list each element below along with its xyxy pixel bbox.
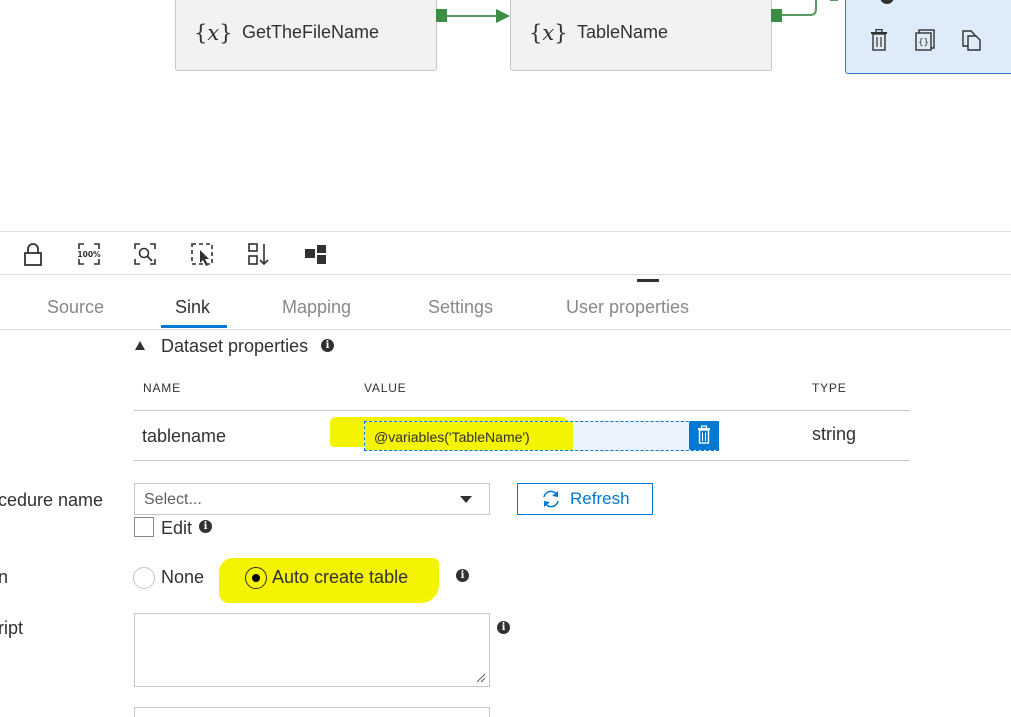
clone-icon[interactable] — [961, 29, 981, 51]
info-icon[interactable]: i — [456, 569, 469, 582]
select-placeholder: Select... — [144, 491, 202, 508]
tab-source[interactable]: Source — [47, 297, 104, 318]
column-header-name: NAME — [143, 381, 181, 395]
tab-sink[interactable]: Sink — [175, 297, 210, 318]
stored-procedure-select[interactable]: Select... — [134, 483, 490, 515]
zoom-to-fit-icon[interactable] — [132, 241, 158, 267]
table-header-divider — [134, 410, 910, 411]
activity-copy-data[interactable]: {} — [845, 0, 1011, 74]
info-icon[interactable]: i — [199, 520, 212, 533]
chevron-down-icon — [460, 496, 472, 503]
resize-grip-icon[interactable] — [476, 673, 486, 683]
tab-user-properties[interactable]: User properties — [566, 297, 689, 318]
auto-align-icon[interactable] — [246, 241, 272, 267]
next-field-input[interactable] — [134, 707, 490, 717]
radio-selected-dot — [251, 573, 260, 582]
dependency-connector — [782, 0, 838, 16]
success-port[interactable] — [771, 9, 782, 22]
collapse-caret-icon[interactable] — [134, 339, 146, 351]
divider — [0, 231, 1011, 232]
property-name: tablename — [142, 426, 227, 446]
refresh-button[interactable]: Refresh — [517, 483, 653, 515]
delete-icon[interactable] — [689, 421, 719, 450]
database-icon — [880, 0, 894, 4]
refresh-icon — [543, 490, 559, 508]
connector-arrow-icon — [496, 9, 510, 23]
refresh-label: Refresh — [570, 489, 630, 508]
stored-procedure-name-label: cedure name — [0, 490, 104, 510]
tab-mapping[interactable]: Mapping — [282, 297, 351, 318]
edit-checkbox[interactable] — [134, 517, 154, 537]
panel-resize-handle[interactable] — [637, 279, 659, 282]
activity-set-variable-getthefilename[interactable]: {x} GetTheFileName — [175, 0, 437, 71]
dynamic-content-value: @variables('TableName') — [374, 429, 530, 445]
radio-none-label: None — [161, 567, 205, 587]
divider — [0, 274, 1011, 275]
divider — [0, 329, 1011, 330]
table-row-divider — [134, 460, 910, 461]
activity-name: GetTheFileName — [242, 22, 380, 42]
activity-set-variable-tablename[interactable]: {x} TableName — [510, 0, 772, 71]
radio-none[interactable] — [133, 567, 155, 589]
column-header-value: VALUE — [364, 381, 407, 395]
delete-icon[interactable] — [870, 29, 888, 51]
radio-auto-create-table[interactable] — [245, 567, 267, 589]
layout-icon[interactable] — [303, 241, 329, 267]
pre-copy-script-label: ript — [0, 618, 24, 638]
select-icon[interactable] — [189, 241, 215, 267]
success-port[interactable] — [436, 9, 447, 22]
activity-name: TableName — [577, 22, 669, 42]
tab-settings[interactable]: Settings — [428, 297, 493, 318]
dataset-properties-title: Dataset properties — [161, 336, 309, 356]
active-tab-indicator — [161, 325, 227, 328]
code-icon[interactable]: {} — [915, 29, 935, 51]
column-header-type: TYPE — [812, 381, 847, 395]
svg-text:{}: {} — [918, 38, 929, 48]
variable-icon: {x} — [529, 20, 568, 45]
edit-label: Edit — [161, 518, 193, 538]
svg-text:100%: 100% — [77, 250, 101, 259]
lock-icon[interactable] — [20, 241, 46, 267]
pre-copy-script-textarea[interactable] — [134, 613, 490, 687]
info-icon[interactable]: i — [321, 339, 334, 352]
table-option-label: n — [0, 567, 9, 587]
dependency-connector — [447, 15, 499, 17]
radio-auto-create-table-label: Auto create table — [272, 567, 409, 587]
property-type: string — [812, 424, 857, 444]
zoom-100-icon[interactable]: 100% — [76, 241, 102, 267]
variable-icon: {x} — [194, 20, 233, 45]
info-icon[interactable]: i — [497, 621, 510, 634]
